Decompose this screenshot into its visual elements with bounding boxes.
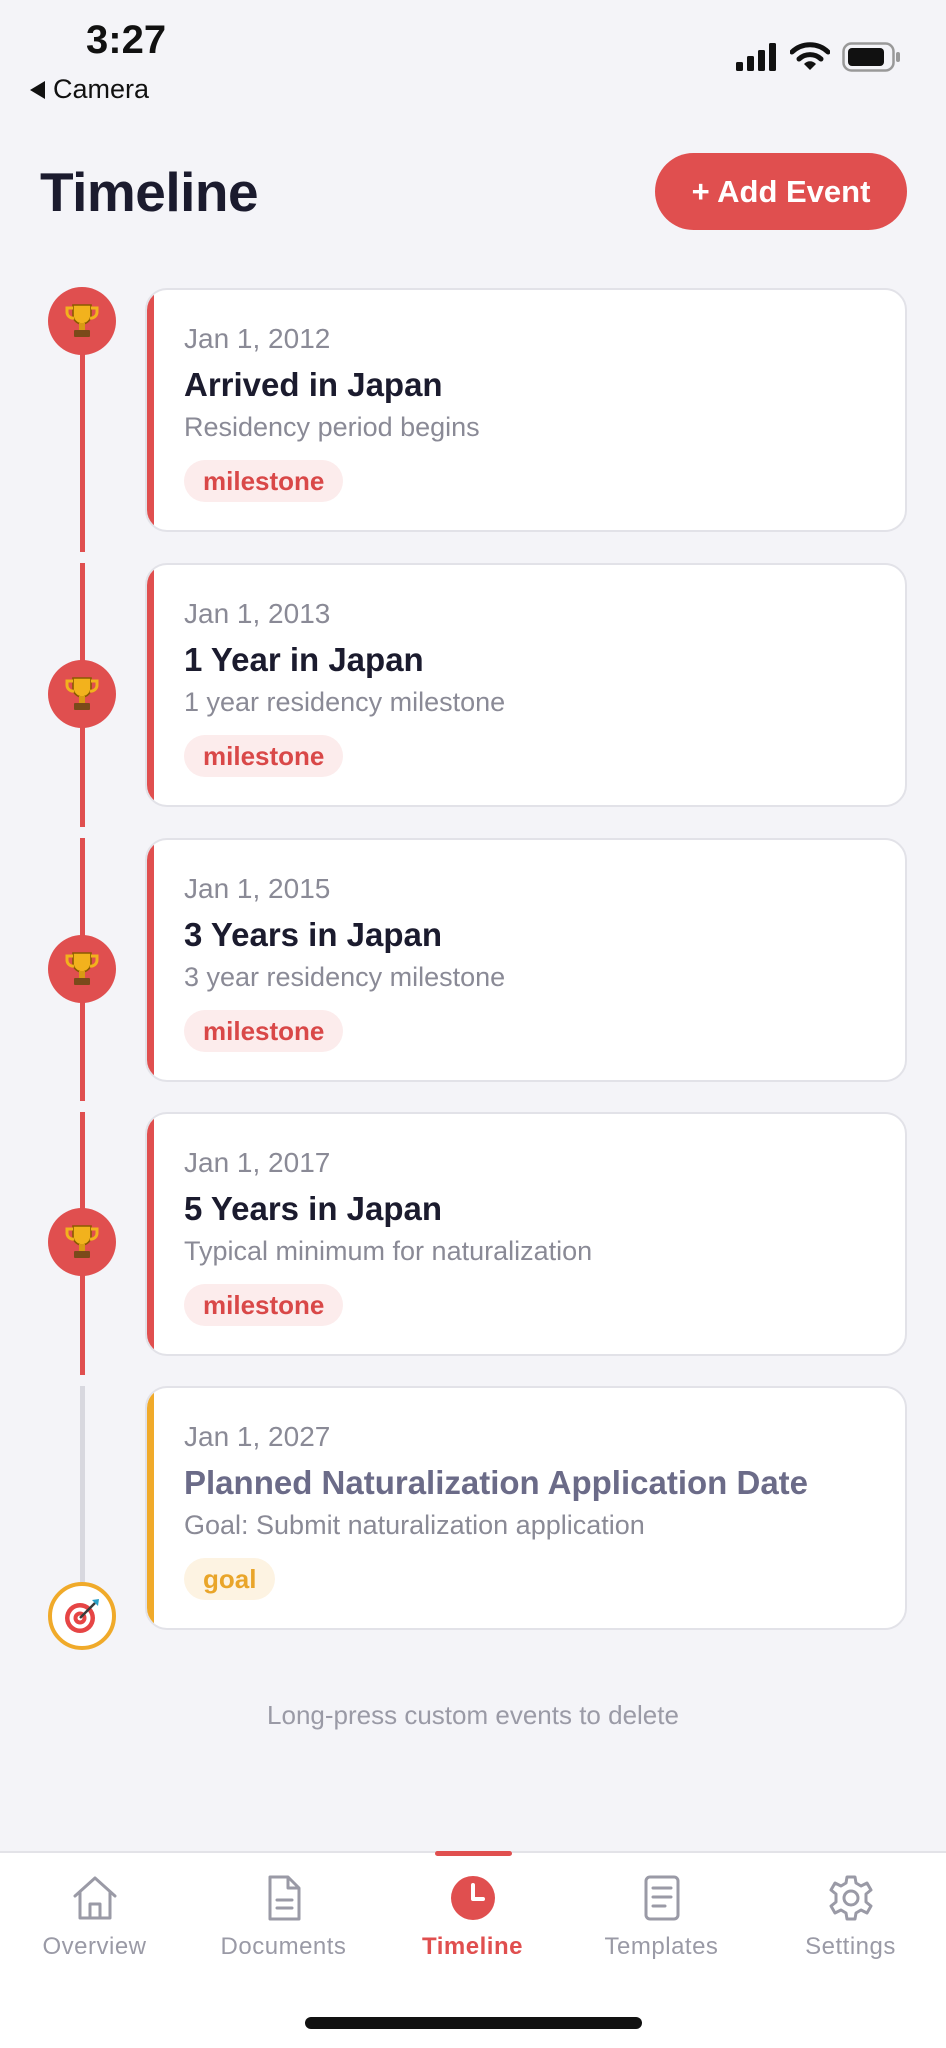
event-title: Planned Naturalization Application Date: [184, 1464, 809, 1501]
back-arrow-icon: [30, 80, 45, 99]
event-title: 1 Year in Japan: [184, 641, 424, 678]
clock-icon: [450, 1876, 495, 1920]
timeline-dot: [48, 660, 116, 728]
event-title: 5 Years in Japan: [184, 1190, 443, 1227]
back-to-camera-link[interactable]: Camera: [30, 74, 149, 105]
event-title: 3 Years in Japan: [184, 916, 443, 953]
event-date: Jan 1, 2012: [184, 323, 331, 354]
page-title: Timeline: [40, 161, 259, 223]
timeline-dot-goal: [48, 1582, 116, 1650]
status-time: 3:27: [86, 18, 167, 62]
event-date: Jan 1, 2015: [184, 873, 331, 904]
cellular-signal-icon: [736, 43, 776, 71]
event-description: Goal: Submit naturalization application: [184, 1510, 645, 1540]
tab-label: Settings: [805, 1933, 896, 1960]
tab-templates[interactable]: Templates: [567, 1853, 756, 1993]
battery-icon: [842, 42, 900, 72]
back-label: Camera: [53, 74, 150, 104]
event-tag: milestone: [184, 735, 344, 777]
event-description: 3 year residency milestone: [184, 962, 506, 992]
trophy-icon: [65, 677, 99, 710]
card-accent-bar: [147, 1114, 154, 1354]
gear-icon: [829, 1875, 872, 1921]
tab-settings[interactable]: Settings: [756, 1853, 945, 1993]
card-accent-bar: [147, 565, 154, 805]
event-tag: milestone: [184, 1010, 344, 1052]
card-accent-bar: [147, 840, 154, 1080]
delete-hint: Long-press custom events to delete: [267, 1700, 679, 1730]
card-accent-bar: [147, 290, 154, 530]
timeline-line-future: [80, 1386, 85, 1582]
tab-label: Templates: [604, 1933, 719, 1960]
event-tag: milestone: [184, 460, 344, 502]
trophy-icon: [65, 952, 99, 985]
goal-event-card[interactable]: Jan 1, 2027 Planned Naturalization Appli…: [145, 1386, 907, 1630]
tab-label: Documents: [220, 1933, 347, 1960]
trophy-icon: [65, 1225, 99, 1258]
target-icon: [65, 1599, 99, 1633]
tab-overview[interactable]: Overview: [0, 1853, 189, 1993]
timeline-dot: [48, 287, 116, 355]
event-card[interactable]: Jan 1, 2013 1 Year in Japan 1 year resid…: [145, 563, 907, 807]
tab-timeline[interactable]: Timeline: [378, 1853, 567, 1993]
document-icon: [268, 1875, 300, 1921]
tab-label: Overview: [42, 1933, 147, 1960]
wifi-icon: [790, 42, 830, 70]
home-indicator: [305, 2017, 642, 2029]
event-tag: goal: [184, 1558, 276, 1600]
event-description: 1 year residency milestone: [184, 687, 506, 717]
event-card[interactable]: Jan 1, 2012 Arrived in Japan Residency p…: [145, 288, 907, 532]
add-event-button[interactable]: + Add Event: [655, 153, 907, 230]
event-description: Typical minimum for naturalization: [184, 1236, 593, 1266]
card-accent-bar: [147, 1388, 154, 1628]
event-title: Arrived in Japan: [184, 366, 443, 403]
event-date: Jan 1, 2013: [184, 598, 331, 629]
event-card[interactable]: Jan 1, 2015 3 Years in Japan 3 year resi…: [145, 838, 907, 1082]
tab-documents[interactable]: Documents: [189, 1853, 378, 1993]
event-date: Jan 1, 2027: [184, 1421, 331, 1452]
home-icon: [73, 1876, 116, 1920]
event-tag: milestone: [184, 1284, 344, 1326]
status-icons: [736, 42, 902, 72]
event-card[interactable]: Jan 1, 2017 5 Years in Japan Typical min…: [145, 1112, 907, 1356]
event-description: Residency period begins: [184, 412, 480, 442]
template-icon: [644, 1875, 679, 1921]
timeline-dot: [48, 1208, 116, 1276]
event-date: Jan 1, 2017: [184, 1147, 331, 1178]
trophy-icon: [65, 304, 99, 337]
tab-label: Timeline: [422, 1933, 523, 1960]
timeline-dot: [48, 935, 116, 1003]
